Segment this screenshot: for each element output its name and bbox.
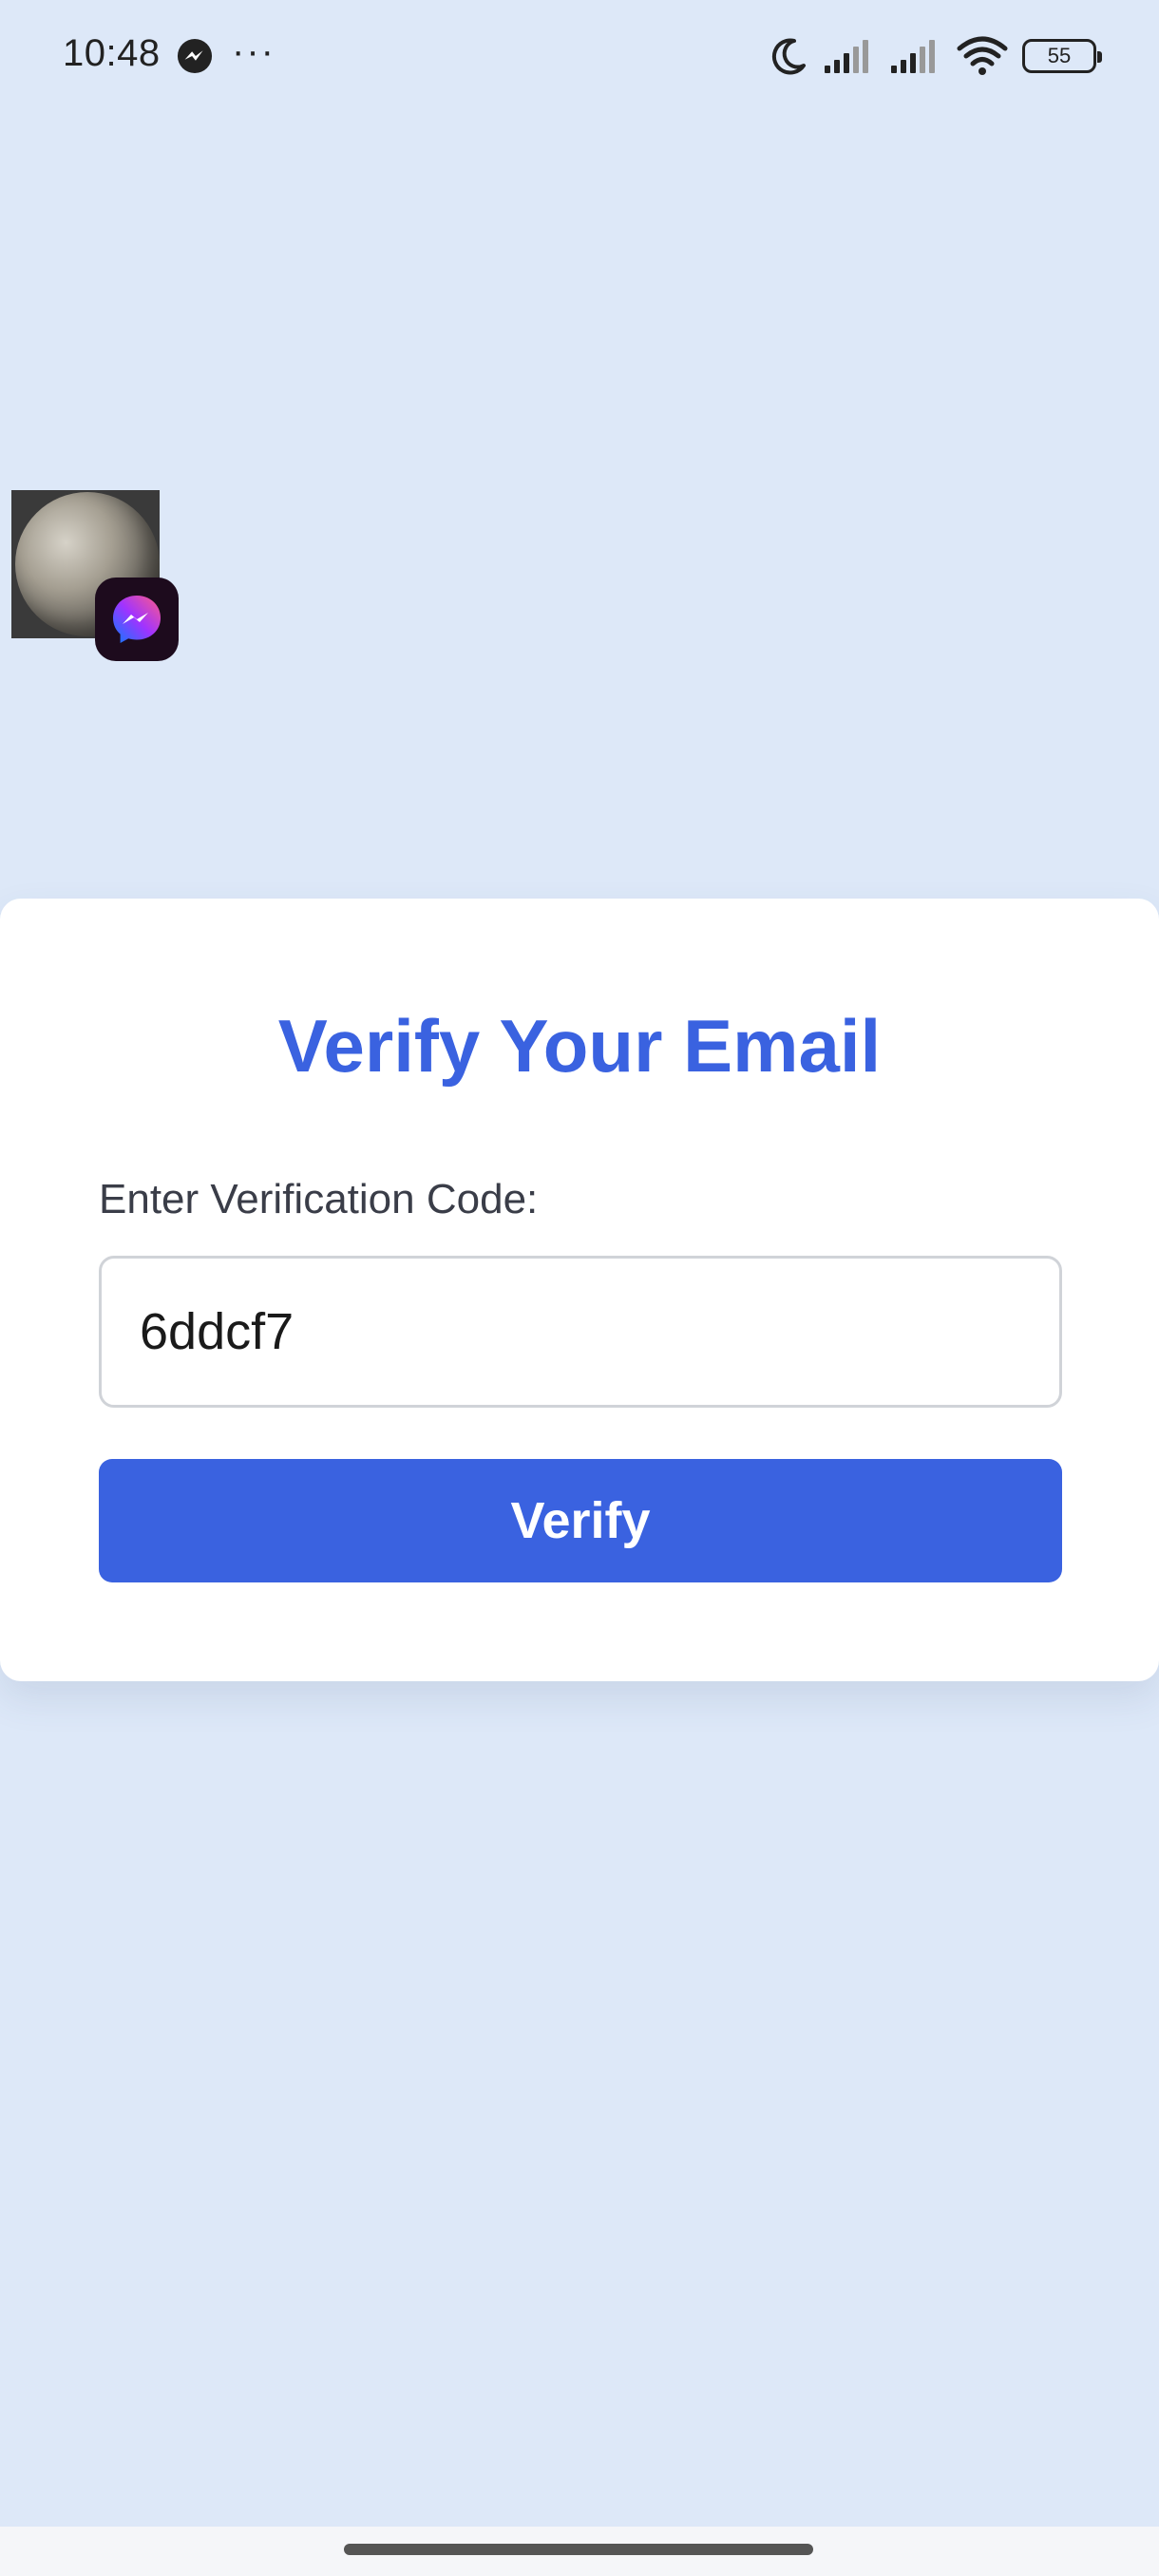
verify-button[interactable]: Verify — [99, 1459, 1062, 1582]
chat-head-bubble[interactable] — [11, 490, 179, 661]
more-notifications-icon: ··· — [232, 30, 276, 72]
navigation-bar — [0, 2527, 1159, 2576]
battery-icon: 55 — [1022, 39, 1102, 73]
status-icons: 55 — [768, 32, 1102, 80]
wifi-icon — [957, 36, 1008, 75]
messenger-badge — [95, 578, 179, 661]
home-indicator[interactable] — [344, 2544, 813, 2555]
messenger-icon — [113, 596, 161, 643]
status-bar: 10:48 ··· 55 — [0, 0, 1159, 112]
verify-card: Verify Your Email Enter Verification Cod… — [0, 899, 1159, 1681]
verification-code-input[interactable] — [99, 1256, 1062, 1408]
verification-code-label: Enter Verification Code: — [99, 1176, 539, 1222]
messenger-icon — [177, 38, 213, 74]
signal-icon — [891, 40, 935, 73]
battery-level: 55 — [1047, 44, 1072, 67]
page-title: Verify Your Email — [277, 1004, 882, 1088]
status-time: 10:48 — [63, 32, 161, 74]
moon-icon — [771, 38, 806, 75]
signal-icon — [825, 40, 868, 73]
